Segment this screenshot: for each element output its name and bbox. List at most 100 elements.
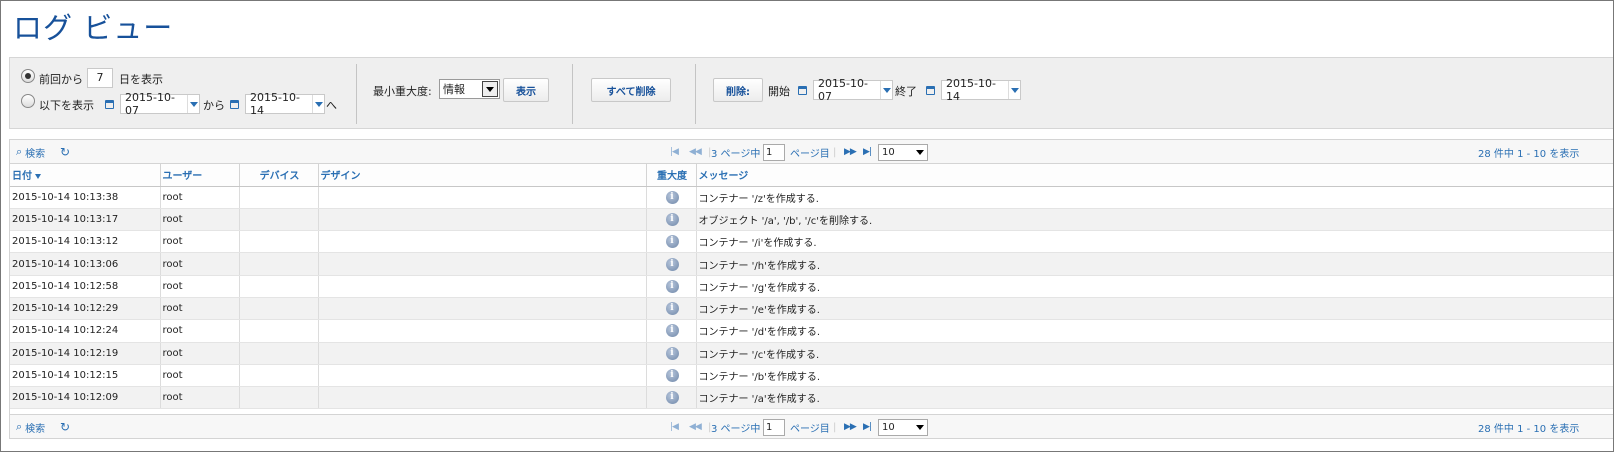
prev-page-icon[interactable]: ◀◀: [689, 415, 702, 439]
cell-user: root: [160, 364, 240, 388]
cell-device: [239, 297, 319, 321]
cell-design: [318, 319, 647, 343]
table-row[interactable]: 2015-10-14 10:12:24 root i コンテナー '/d'を作成…: [10, 319, 1613, 343]
min-severity-select[interactable]: 情報: [439, 79, 500, 99]
table-row[interactable]: 2015-10-14 10:12:19 root i コンテナー '/c'を作成…: [10, 342, 1613, 365]
cell-message: コンテナー '/d'を作成する.: [696, 319, 1613, 343]
last-page-icon[interactable]: ▶|: [863, 415, 872, 439]
page-number-input[interactable]: 1: [763, 143, 785, 161]
search-label: 検索: [25, 423, 46, 435]
column-header-design[interactable]: デザイン: [318, 164, 647, 187]
cell-date: 2015-10-14 10:12:15: [10, 364, 161, 388]
chevron-down-icon[interactable]: [880, 81, 892, 99]
delete-end-value: 2015-10-14: [946, 77, 996, 103]
delete-end-date[interactable]: 2015-10-14: [941, 77, 1021, 103]
cell-severity: i: [646, 208, 697, 232]
pager-separator: |: [833, 146, 837, 158]
cell-date: 2015-10-14 10:13:12: [10, 230, 161, 254]
search-button[interactable]: ⌕ 検索: [16, 415, 45, 439]
info-icon: i: [665, 257, 679, 271]
chevron-down-icon[interactable]: [312, 95, 324, 113]
cell-message: コンテナー '/i'を作成する.: [696, 230, 1613, 254]
cell-date: 2015-10-14 10:13:06: [10, 252, 161, 276]
calendar-icon[interactable]: [926, 86, 935, 95]
range-from-date[interactable]: 2015-10-07: [120, 91, 200, 117]
cell-user: root: [160, 186, 240, 209]
cell-message: コンテナー '/c'を作成する.: [696, 342, 1613, 365]
info-icon: i: [665, 190, 679, 204]
chevron-down-icon[interactable]: [1008, 81, 1020, 99]
chevron-down-icon[interactable]: [187, 95, 199, 113]
cell-message: オブジェクト '/a', '/b', '/c'を削除する.: [696, 208, 1613, 232]
calendar-icon[interactable]: [105, 100, 114, 109]
info-icon: i: [665, 279, 679, 293]
search-button[interactable]: ⌕ 検索: [16, 140, 45, 164]
refresh-icon[interactable]: ↻: [60, 415, 70, 439]
column-header-device[interactable]: デバイス: [239, 164, 319, 187]
cell-device: [239, 364, 319, 388]
calendar-icon[interactable]: [798, 86, 807, 95]
range-to-date[interactable]: 2015-10-14: [245, 91, 325, 117]
table-row[interactable]: 2015-10-14 10:13:12 root i コンテナー '/i'を作成…: [10, 230, 1613, 254]
delete-all-button[interactable]: すべて削除: [591, 78, 671, 102]
cell-date: 2015-10-14 10:12:19: [10, 342, 161, 365]
cell-user: root: [160, 319, 240, 343]
log-view-window: ログ ビュー 前回から 7 日を表示 以下を表示 2015-10-07 から 2…: [0, 0, 1614, 452]
log-table: 日付 ユーザー デバイス デザイン 重大度 メッセージ 2015-10-14 1…: [10, 164, 1613, 410]
delete-start-date[interactable]: 2015-10-07: [813, 77, 893, 103]
recent-prefix-label: 前回から: [39, 73, 83, 86]
table-row[interactable]: 2015-10-14 10:13:38 root i コンテナー '/z'を作成…: [10, 186, 1613, 209]
column-header-message[interactable]: メッセージ: [696, 164, 1613, 187]
recent-days-radio[interactable]: [21, 69, 35, 83]
cell-message: コンテナー '/b'を作成する.: [696, 364, 1613, 388]
cell-device: [239, 275, 319, 298]
column-header-date[interactable]: 日付: [10, 164, 161, 187]
cell-design: [318, 364, 647, 388]
cell-user: root: [160, 386, 240, 410]
cell-date: 2015-10-14 10:12:58: [10, 275, 161, 298]
delete-start-value: 2015-10-07: [818, 77, 868, 103]
first-page-icon[interactable]: |◀: [670, 140, 679, 164]
table-row[interactable]: 2015-10-14 10:13:06 root i コンテナー '/h'を作成…: [10, 252, 1613, 276]
page-title: ログ ビュー: [13, 11, 174, 45]
cell-device: [239, 186, 319, 209]
prev-page-icon[interactable]: ◀◀: [689, 140, 702, 164]
page-number-input[interactable]: 1: [763, 418, 785, 436]
record-summary: 28 件中 1 - 10 を表示: [1478, 423, 1580, 435]
table-row[interactable]: 2015-10-14 10:12:29 root i コンテナー '/e'を作成…: [10, 297, 1613, 321]
delete-end-label: 終了: [895, 85, 917, 98]
date-range-radio[interactable]: [21, 94, 35, 108]
date-range-label: 以下を表示: [39, 99, 94, 112]
table-row[interactable]: 2015-10-14 10:12:09 root i コンテナー '/a'を作成…: [10, 386, 1613, 410]
info-icon: i: [665, 346, 679, 360]
delete-start-label: 開始: [768, 85, 790, 98]
show-button[interactable]: 表示: [503, 78, 549, 102]
search-icon: ⌕: [16, 420, 23, 433]
first-page-icon[interactable]: |◀: [670, 415, 679, 439]
recent-suffix-label: 日を表示: [119, 73, 163, 86]
per-page-select[interactable]: 10: [878, 418, 928, 436]
refresh-icon[interactable]: ↻: [60, 140, 70, 164]
cell-message: コンテナー '/h'を作成する.: [696, 252, 1613, 276]
table-row[interactable]: 2015-10-14 10:12:15 root i コンテナー '/b'を作成…: [10, 364, 1613, 388]
next-page-icon[interactable]: ▶▶: [844, 140, 857, 164]
column-header-user[interactable]: ユーザー: [160, 164, 240, 187]
delete-button[interactable]: 削除:: [713, 78, 763, 102]
calendar-icon[interactable]: [230, 100, 239, 109]
table-header-row: 日付 ユーザー デバイス デザイン 重大度 メッセージ: [10, 164, 1613, 187]
cell-date: 2015-10-14 10:13:38: [10, 186, 161, 209]
last-page-icon[interactable]: ▶|: [863, 140, 872, 164]
chevron-down-icon[interactable]: [482, 81, 498, 97]
table-row[interactable]: 2015-10-14 10:13:17 root i オブジェクト '/a', …: [10, 208, 1613, 232]
recent-days-input[interactable]: 7: [87, 68, 113, 88]
table-row[interactable]: 2015-10-14 10:12:58 root i コンテナー '/g'を作成…: [10, 275, 1613, 298]
pager-top: ⌕ 検索 ↻ |◀ ◀◀ | 3 ページ中 1 ページ目 | ▶▶ ▶| 10 …: [10, 140, 1613, 164]
page-suffix-label: ページ目: [790, 148, 830, 160]
per-page-select[interactable]: 10: [878, 143, 928, 161]
pager-separator: |: [833, 421, 837, 433]
search-label: 検索: [25, 148, 46, 160]
page-prefix-label: 3 ページ中: [711, 423, 761, 435]
next-page-icon[interactable]: ▶▶: [844, 415, 857, 439]
cell-design: [318, 208, 647, 232]
column-header-severity[interactable]: 重大度: [646, 164, 697, 187]
